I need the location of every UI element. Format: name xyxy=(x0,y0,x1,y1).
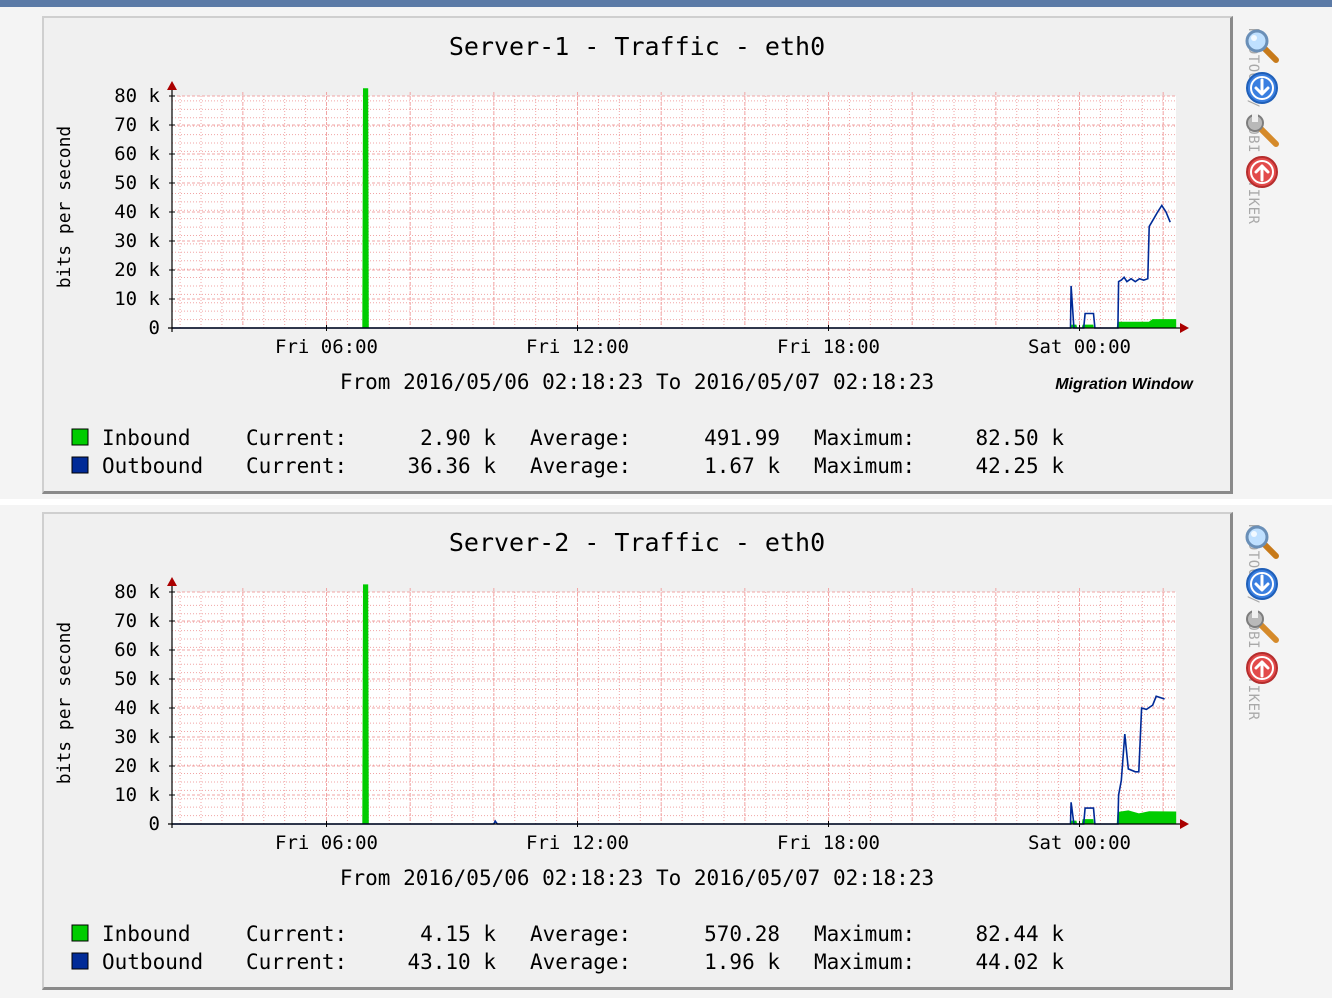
y-tick-label: 80 k xyxy=(114,581,160,603)
legend-series-name: Outbound xyxy=(102,950,203,974)
download-icon[interactable] xyxy=(1244,566,1280,602)
legend-swatch-inbound xyxy=(71,428,89,446)
y-tick-label: 20 k xyxy=(114,755,160,777)
legend-maximum-label: Maximum: xyxy=(814,426,915,450)
legend-current-label: Current: xyxy=(246,922,347,946)
legend-maximum-label: Maximum: xyxy=(814,454,915,478)
legend-current-value: 2.90 k xyxy=(420,426,496,450)
legend-current-label: Current: xyxy=(246,454,347,478)
y-tick-label: 80 k xyxy=(114,85,160,107)
legend-maximum-value: 82.50 k xyxy=(975,426,1064,450)
y-axis-label: bits per second xyxy=(54,622,75,785)
y-tick-label: 10 k xyxy=(114,288,160,310)
legend-average-label: Average: xyxy=(530,454,631,478)
traffic-chart-server-1: 0 10 k 20 k 30 k 40 k 50 k 60 k 70 k 80 k Fri 06:… xyxy=(54,32,1194,478)
graph-panel-server-2: 0 10 k 20 k 30 k 40 k 50 k 60 k 70 k 80 k Fri 06:… xyxy=(42,512,1261,990)
y-tick-label: 10 k xyxy=(114,784,160,806)
traffic-chart-server-2: 0 10 k 20 k 30 k 40 k 50 k 60 k 70 k 80 k Fri 06:… xyxy=(54,528,1189,974)
y-tick-label: 0 xyxy=(149,813,160,835)
upload-icon[interactable] xyxy=(1244,650,1280,686)
y-axis-label: bits per second xyxy=(54,126,75,289)
y-tick-label: 70 k xyxy=(114,114,160,136)
y-tick-label: 20 k xyxy=(114,259,160,281)
legend-maximum-label: Maximum: xyxy=(814,922,915,946)
y-tick-label: 60 k xyxy=(114,639,160,661)
y-tick-label: 70 k xyxy=(114,610,160,632)
y-tick-label: 30 k xyxy=(114,230,160,252)
x-tick-label: Fri 18:00 xyxy=(777,832,880,854)
legend-current-label: Current: xyxy=(246,426,347,450)
legend-maximum-value: 44.02 k xyxy=(975,950,1064,974)
legend-average-label: Average: xyxy=(530,922,631,946)
x-tick-label: Fri 18:00 xyxy=(777,336,880,358)
y-tick-label: 50 k xyxy=(114,172,160,194)
y-tick-label: 60 k xyxy=(114,143,160,165)
time-range-label: From 2016/05/06 02:18:23 To 2016/05/07 0… xyxy=(340,370,934,394)
legend-series-name: Inbound xyxy=(102,426,191,450)
time-range-label: From 2016/05/06 02:18:23 To 2016/05/07 0… xyxy=(340,866,934,890)
chart-title: Server-2 - Traffic - eth0 xyxy=(449,528,825,557)
legend-maximum-value: 82.44 k xyxy=(975,922,1064,946)
x-tick-label: Fri 12:00 xyxy=(526,336,629,358)
y-tick-label: 40 k xyxy=(114,201,160,223)
legend-series-name: Inbound xyxy=(102,922,191,946)
graph-tools-server-1 xyxy=(1244,28,1284,196)
x-tick-label: Fri 12:00 xyxy=(526,832,629,854)
y-axis-arrow xyxy=(167,81,177,90)
x-tick-label: Fri 06:00 xyxy=(275,336,378,358)
x-axis-arrow xyxy=(1180,819,1189,829)
download-icon[interactable] xyxy=(1244,70,1280,106)
graph-tools-server-2 xyxy=(1244,524,1284,692)
y-tick-label: 50 k xyxy=(114,668,160,690)
y-tick-label: 30 k xyxy=(114,726,160,748)
zoom-icon[interactable] xyxy=(1244,524,1280,560)
legend-average-label: Average: xyxy=(530,426,631,450)
chart-title: Server-1 - Traffic - eth0 xyxy=(449,32,825,61)
settings-icon[interactable] xyxy=(1244,112,1280,148)
x-tick-label: Sat 00:00 xyxy=(1028,336,1131,358)
legend-average-value: 1.67 k xyxy=(704,454,780,478)
upload-icon[interactable] xyxy=(1244,154,1280,190)
graph-panel-server-1: 0 10 k 20 k 30 k 40 k 50 k 60 k 70 k 80 k Fri 06:… xyxy=(42,16,1261,494)
top-bar xyxy=(0,0,1332,7)
zoom-icon[interactable] xyxy=(1244,28,1280,64)
legend-current-label: Current: xyxy=(246,950,347,974)
migration-window-label: Migration Window xyxy=(1055,376,1194,393)
y-axis-arrow xyxy=(167,577,177,586)
legend-swatch-outbound xyxy=(71,456,89,474)
x-axis-arrow xyxy=(1180,323,1189,333)
legend-average-label: Average: xyxy=(530,950,631,974)
legend-swatch-inbound xyxy=(71,924,89,942)
legend-current-value: 36.36 k xyxy=(407,454,496,478)
y-tick-label: 40 k xyxy=(114,697,160,719)
legend-average-value: 491.99 xyxy=(704,426,780,450)
legend-maximum-label: Maximum: xyxy=(814,950,915,974)
legend-current-value: 43.10 k xyxy=(407,950,496,974)
legend-swatch-outbound xyxy=(71,952,89,970)
legend-current-value: 4.15 k xyxy=(420,922,496,946)
settings-icon[interactable] xyxy=(1244,608,1280,644)
legend-average-value: 1.96 k xyxy=(704,950,780,974)
legend-maximum-value: 42.25 k xyxy=(975,454,1064,478)
legend-series-name: Outbound xyxy=(102,454,203,478)
x-tick-label: Fri 06:00 xyxy=(275,832,378,854)
x-tick-label: Sat 00:00 xyxy=(1028,832,1131,854)
legend-average-value: 570.28 xyxy=(704,922,780,946)
y-tick-label: 0 xyxy=(149,317,160,339)
